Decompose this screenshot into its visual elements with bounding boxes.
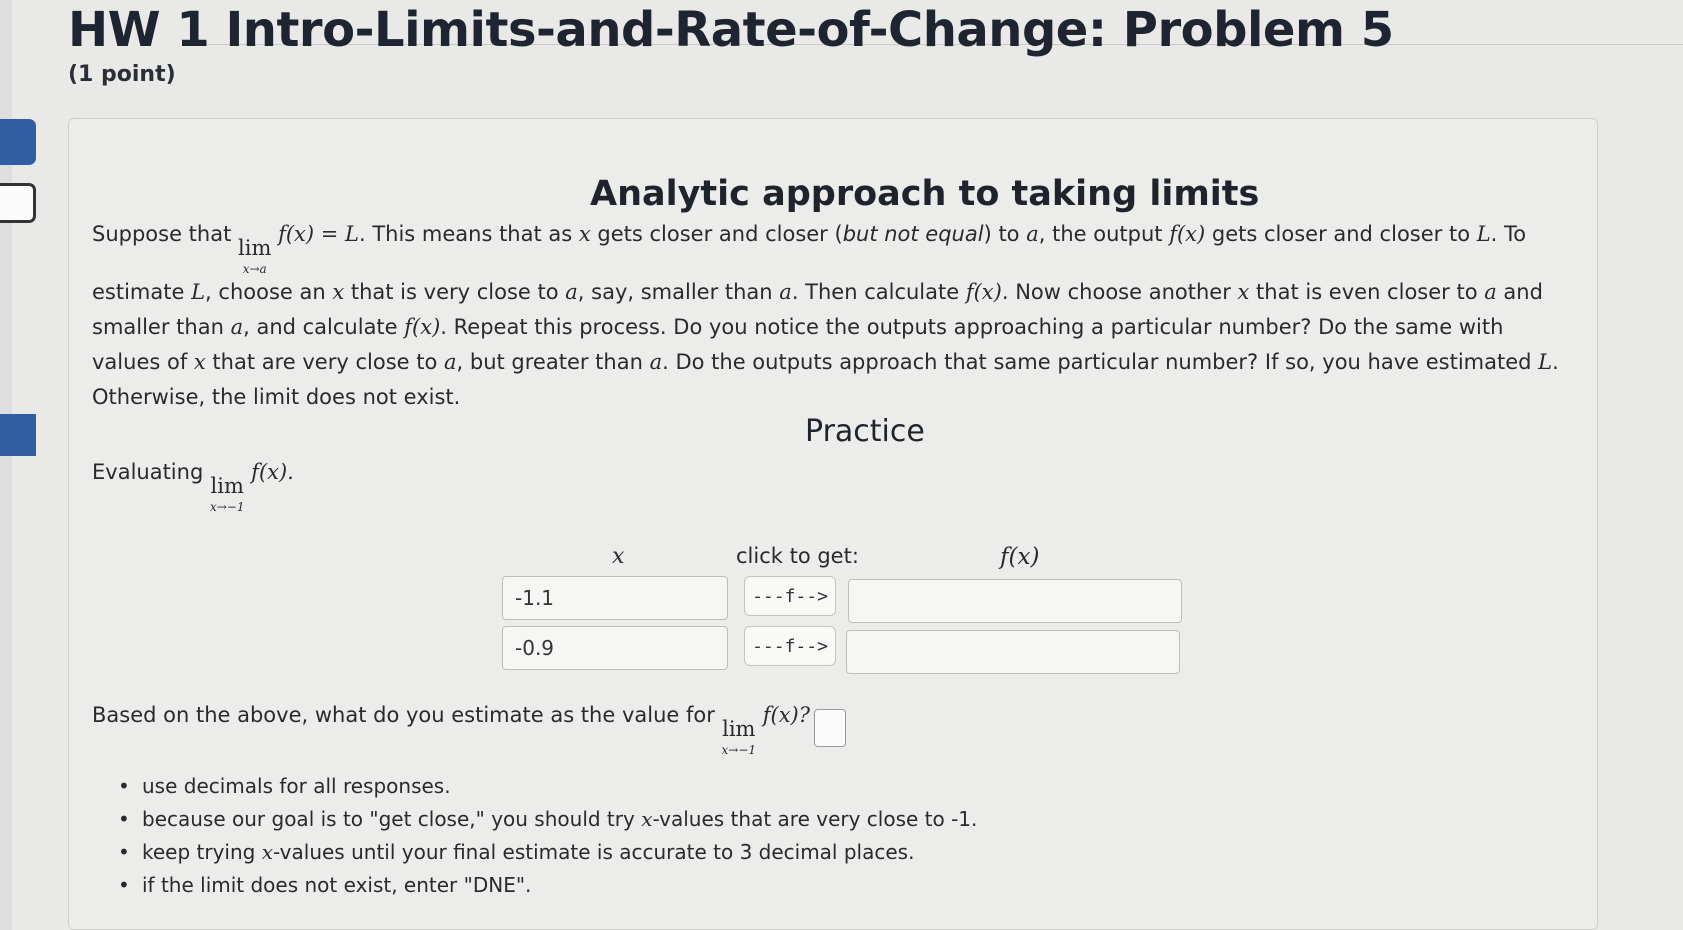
instruction-item: keep trying x-values until your final es… [112,836,1112,869]
instructions-list: use decimals for all responses. because … [112,770,1112,902]
click-column-header: click to get: [736,544,859,568]
x-input-row-1[interactable] [502,576,728,620]
x-column-header: x [612,544,625,569]
evaluating-label: Evaluating lim x→−1 f(x). [92,460,294,514]
instruction-item: use decimals for all responses. [112,770,1112,803]
points-label: (1 point) [68,62,176,87]
fx-output-row-2 [846,630,1180,674]
nav-marker-section[interactable] [0,414,36,456]
limit-notation: lim x→−1 [721,717,757,757]
instruction-item: if the limit does not exist, enter "DNE"… [112,869,1112,902]
nav-marker-current[interactable] [0,119,36,165]
section-heading: Analytic approach to taking limits [590,174,1260,214]
instruction-item: because our goal is to "get close," you … [112,803,1112,836]
nav-marker-empty[interactable] [0,183,36,223]
evaluate-f-button-row-1[interactable]: ---f--> [744,576,836,616]
explanation-paragraph: Suppose that lim x→a f(x) = L. This means… [92,222,1559,409]
fx-column-header: f(x) [1000,544,1040,570]
limit-notation: lim x→−1 [209,474,245,514]
estimate-question: Based on the above, what do you estimate… [92,703,846,756]
limit-notation: lim x→a [238,236,272,276]
evaluate-f-button-row-2[interactable]: ---f--> [744,626,836,666]
fx-output-row-1 [848,579,1182,623]
practice-heading: Practice [805,414,925,449]
limit-answer-input[interactable] [814,708,846,747]
problem-title: HW 1 Intro-Limits-and-Rate-of-Change: Pr… [68,2,1394,58]
x-input-row-2[interactable] [502,626,728,670]
